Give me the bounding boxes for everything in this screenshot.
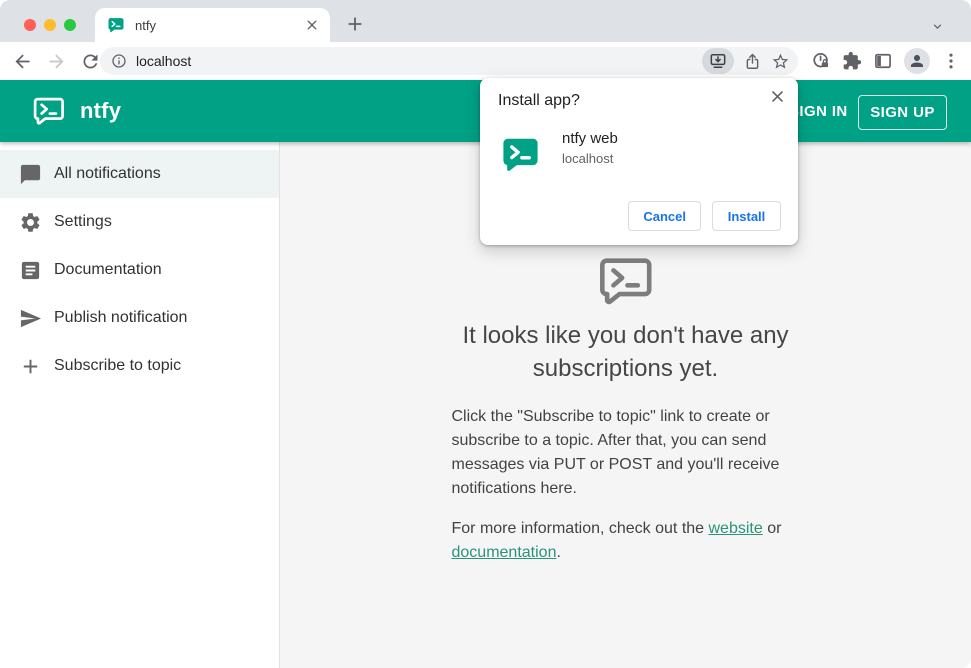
browser-menu-icon[interactable] [941,51,961,71]
sidebar-item-label: Publish notification [54,309,188,326]
empty-state: It looks like you don't have any subscri… [280,252,971,565]
browser-toolbar: localhost [0,42,971,80]
install-app-button[interactable] [702,48,734,74]
install-app-icon [708,51,728,71]
back-button[interactable] [12,51,33,72]
plus-icon [19,355,42,378]
nav-buttons [12,42,101,80]
tab-title: ntfy [135,17,156,33]
side-panel-icon[interactable] [873,51,893,71]
tab-search-chevron-icon[interactable] [930,19,945,34]
sidebar-item-subscribe-to-topic[interactable]: Subscribe to topic [0,342,279,390]
omnibox-actions [702,48,790,74]
ntfy-logo-icon [30,94,68,128]
install-button[interactable]: Install [712,201,781,231]
privacy-extension-icon[interactable] [811,51,831,71]
empty-state-paragraph: Click the "Subscribe to topic" link to c… [451,408,780,497]
dialog-app-name: ntfy web [562,130,618,147]
tab-close-icon[interactable] [304,17,320,33]
paragraph-text: For more information, check out the [451,520,709,537]
bookmark-star-button[interactable] [771,52,790,71]
extensions-puzzle-icon[interactable] [842,51,862,71]
article-icon [19,259,42,282]
dialog-buttons: Cancel Install [628,201,781,231]
documentation-link[interactable]: documentation [452,544,557,561]
browser-tab[interactable]: ntfy [95,8,330,42]
dialog-close-icon[interactable] [768,87,787,106]
sidebar-item-documentation[interactable]: Documentation [0,246,279,294]
install-app-dialog: Install app? ntfy web localhost Cancel I… [480,78,798,245]
send-icon [19,307,42,330]
empty-state-text: Click the "Subscribe to topic" link to c… [452,405,800,565]
reload-button[interactable] [80,51,101,72]
dialog-app-origin: localhost [562,151,614,166]
ntfy-empty-state-icon [593,252,659,310]
brand-title: ntfy [80,98,122,123]
ntfy-app-icon [500,134,541,175]
sidebar-item-settings[interactable]: Settings [0,198,279,246]
toolbar-right-actions [811,42,961,80]
browser-window: ntfy localhost ntfy SIGN IN SIGN UP All … [0,0,971,668]
maximize-window-button[interactable] [64,19,76,31]
gear-icon [19,211,42,234]
sidebar-item-label: Subscribe to topic [54,357,182,374]
new-tab-button[interactable] [344,13,366,35]
site-info-icon[interactable] [111,53,127,69]
chat-bubble-icon [19,163,42,186]
dialog-title: Install app? [498,92,580,109]
sidebar-item-all-notifications[interactable]: All notifications [0,150,279,198]
forward-button[interactable] [46,51,67,72]
sidebar-item-label: Settings [54,213,112,230]
empty-state-heading: It looks like you don't have any subscri… [462,322,789,382]
sidebar: All notifications Settings Documentation… [0,142,280,668]
tab-strip: ntfy [0,0,971,42]
sidebar-item-label: Documentation [54,261,162,278]
website-link[interactable]: website [709,520,763,537]
empty-state-links-paragraph: For more information, check out the webs… [452,517,800,565]
window-controls [24,19,76,31]
url-text: localhost [136,53,192,69]
sign-up-button[interactable]: SIGN UP [858,95,947,130]
close-window-button[interactable] [24,19,36,31]
ntfy-favicon-icon [107,16,125,34]
profile-avatar[interactable] [904,48,930,74]
person-icon [908,52,926,70]
address-bar[interactable]: localhost [100,47,798,75]
paragraph-text: . [556,544,561,561]
sidebar-item-publish-notification[interactable]: Publish notification [0,294,279,342]
cancel-button[interactable]: Cancel [628,201,701,231]
minimize-window-button[interactable] [44,19,56,31]
share-button[interactable] [743,52,762,71]
paragraph-text: or [762,520,782,537]
sidebar-item-label: All notifications [54,165,161,182]
